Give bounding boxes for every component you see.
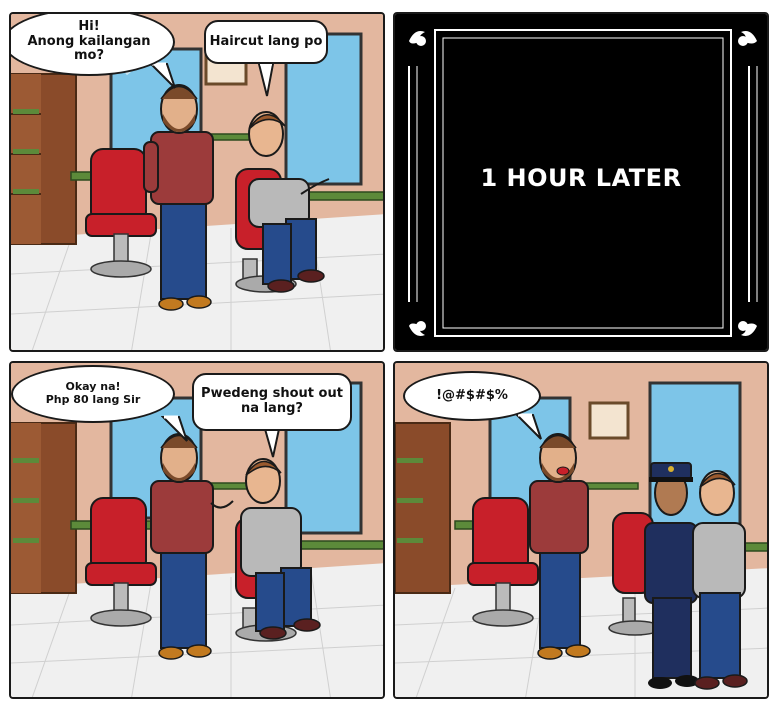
speech-bubble-tail xyxy=(257,62,275,97)
speech-bubble-barber: !@#$#$% xyxy=(403,371,541,421)
speech-bubble-tail xyxy=(161,415,188,442)
comic-panel-1: Hi! Anong kailangan mo? Haircut lang po xyxy=(9,12,385,352)
comic-panel-2: 1 HOUR LATER xyxy=(393,12,769,352)
speech-bubble-tail xyxy=(149,62,176,89)
speech-bubble-barber: Okay na! Php 80 lang Sir xyxy=(11,365,175,423)
comic-panel-3: Okay na! Php 80 lang Sir Pwedeng shout o… xyxy=(9,361,385,699)
caption-text: 1 HOUR LATER xyxy=(480,164,682,192)
speech-bubble-tail xyxy=(515,413,542,440)
comic-panel-4: !@#$#$% xyxy=(393,361,769,699)
title-card: 1 HOUR LATER xyxy=(395,14,767,350)
speech-bubble-customer: Haircut lang po xyxy=(204,20,328,64)
speech-bubble-tail xyxy=(263,427,281,458)
speech-bubble-customer: Pwedeng shout out na lang? xyxy=(192,373,352,431)
